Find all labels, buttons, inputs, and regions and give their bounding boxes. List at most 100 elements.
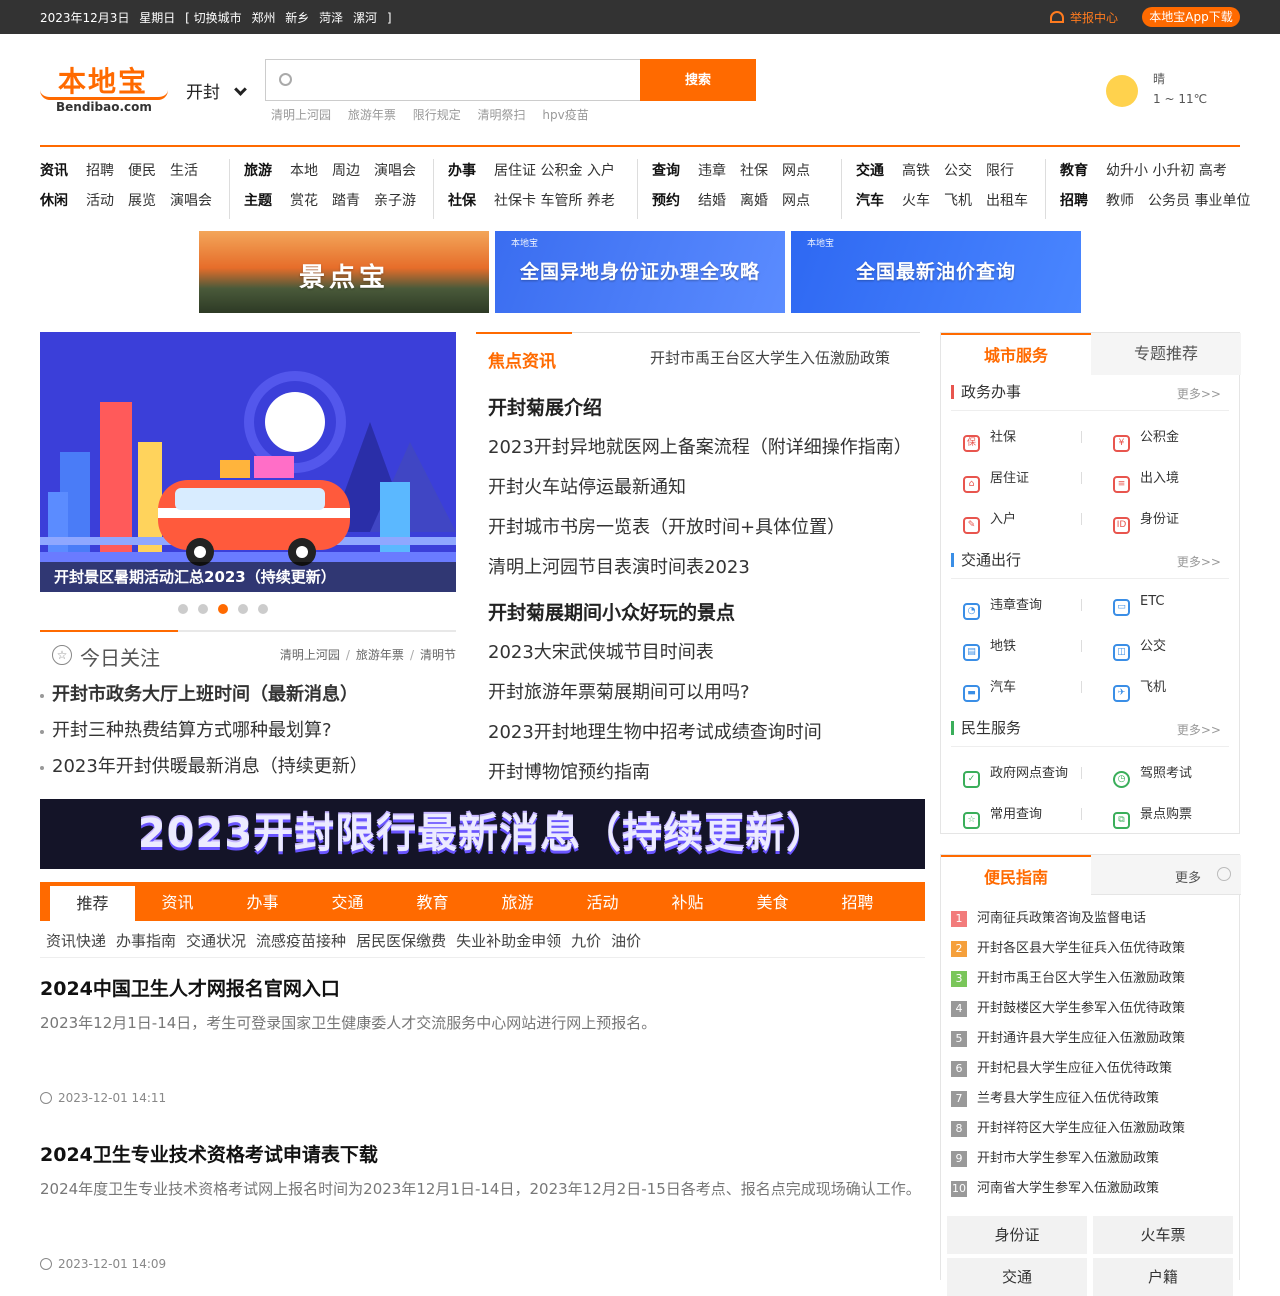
more-link[interactable]: 更多>> — [1177, 385, 1221, 402]
today-tag[interactable]: 旅游年票 — [356, 648, 404, 662]
nav-head[interactable]: 办事 — [448, 163, 476, 179]
nav-link[interactable]: 亲子游 — [374, 193, 416, 209]
nav-link[interactable]: 网点 — [782, 193, 810, 209]
guide-button-traffic[interactable]: 交通 — [947, 1258, 1087, 1296]
more-link[interactable]: 更多>> — [1177, 553, 1221, 570]
slider-dot-active[interactable] — [218, 604, 228, 614]
service-coach[interactable]: ▬ 汽车 — [963, 676, 1016, 702]
service-id-card[interactable]: ID 身份证 — [1113, 508, 1179, 534]
nav-link[interactable]: 网点 — [782, 163, 810, 179]
focus-item[interactable]: 清明上河园节目表演时间表2023 — [488, 553, 750, 579]
nav-link[interactable]: 限行 — [986, 163, 1014, 179]
nav-link[interactable]: 赏花 — [290, 193, 318, 209]
service-violation-query[interactable]: ◔ 违章查询 — [963, 594, 1042, 620]
today-tag[interactable]: 清明节 — [420, 648, 456, 662]
guide-item[interactable]: 4 开封鼓楼区大学生参军入伍优待政策 — [951, 997, 1185, 1027]
guide-item[interactable]: 1 河南征兵政策咨询及监督电话 — [951, 907, 1185, 937]
tab-news[interactable]: 资讯 — [135, 882, 220, 921]
slider-dot[interactable] — [198, 604, 208, 614]
slider-dot[interactable] — [258, 604, 268, 614]
nav-head[interactable]: 资讯 — [40, 163, 68, 179]
service-social-security[interactable]: 保社保 — [963, 426, 1016, 452]
hot-keyword[interactable]: hpv疫苗 — [542, 108, 588, 122]
focus-item[interactable]: 开封城市书房一览表（开放时间+具体位置） — [488, 513, 845, 539]
city-link-4[interactable]: 漯河 — [353, 11, 377, 25]
nav-link[interactable]: 周边 — [332, 163, 360, 179]
subtab[interactable]: 失业补助金申领 — [456, 932, 561, 950]
service-etc[interactable]: ▭ ETC — [1113, 594, 1164, 616]
service-subway[interactable]: ▤ 地铁 — [963, 635, 1016, 661]
guide-item[interactable]: 10 河南省大学生参军入伍激励政策 — [951, 1177, 1185, 1207]
focus-item[interactable]: 2023开封地理生物中招考试成绩查询时间 — [488, 718, 822, 744]
focus-item[interactable]: 开封旅游年票菊展期间可以用吗? — [488, 678, 750, 704]
guide-item[interactable]: 8 开封祥符区大学生应征入伍激励政策 — [951, 1117, 1185, 1147]
guide-item[interactable]: 2 开封各区县大学生征兵入伍优待政策 — [951, 937, 1185, 967]
service-common-query[interactable]: ☆ 常用查询 — [963, 803, 1042, 829]
subtab[interactable]: 居民医保缴费 — [356, 932, 446, 950]
nav-link[interactable]: 招聘 — [86, 163, 114, 179]
tab-food[interactable]: 美食 — [730, 882, 815, 921]
article-title[interactable]: 2024中国卫生人才网报名官网入口 — [40, 974, 925, 1001]
hot-keyword[interactable]: 清明祭扫 — [478, 108, 526, 122]
nav-link[interactable]: 幼升小 小升初 高考 — [1106, 163, 1227, 179]
nav-link[interactable]: 教师 — [1106, 193, 1134, 209]
guide-button-hukou[interactable]: 户籍 — [1093, 1258, 1233, 1296]
site-logo[interactable]: 本地宝 Bendibao.com — [40, 62, 170, 118]
subtab[interactable]: 油价 — [611, 932, 641, 950]
focus-item[interactable]: 开封火车站停运最新通知 — [488, 473, 686, 499]
focus-item[interactable]: 2023大宋武侠城节目时间表 — [488, 638, 714, 664]
nav-head[interactable]: 交通 — [856, 163, 884, 179]
subtab[interactable]: 九价 — [571, 932, 601, 950]
banner-id-card[interactable]: 本地宝 全国异地身份证办理全攻略 — [495, 231, 785, 313]
banner-scenic[interactable]: 景点宝 — [199, 231, 489, 313]
nav-head[interactable]: 休闲 — [40, 193, 68, 209]
tab-affairs[interactable]: 办事 — [220, 882, 305, 921]
nav-link[interactable]: 演唱会 — [374, 163, 416, 179]
list-item[interactable]: 开封三种热费结算方式哪种最划算? — [40, 716, 456, 752]
subtab[interactable]: 办事指南 — [116, 932, 176, 950]
tab-jobs[interactable]: 招聘 — [815, 882, 900, 921]
focus-headline[interactable]: 开封菊展期间小众好玩的景点 — [488, 598, 735, 625]
subtab[interactable]: 交通状况 — [186, 932, 246, 950]
guide-more[interactable]: 更多 — [1091, 855, 1241, 895]
traffic-limit-banner[interactable]: 2023开封限行最新消息（持续更新） — [40, 799, 925, 869]
article-card[interactable]: 2024卫生专业技术资格考试申请表下载 2024年度卫生专业技术资格考试网上报名… — [40, 1140, 925, 1280]
focus-headline[interactable]: 开封菊展介绍 — [488, 393, 602, 420]
slider-dot[interactable] — [178, 604, 188, 614]
service-scenic-tickets[interactable]: ⧉ 景点购票 — [1113, 803, 1192, 829]
nav-link[interactable]: 公交 — [944, 163, 972, 179]
nav-link[interactable]: 飞机 — [944, 193, 972, 209]
switch-city-label[interactable]: [ 切换城市 — [185, 11, 242, 25]
subtab[interactable]: 流感疫苗接种 — [256, 932, 346, 950]
nav-link[interactable]: 社保卡 车管所 养老 — [494, 193, 615, 209]
guide-item[interactable]: 7 兰考县大学生应征入伍优待政策 — [951, 1087, 1185, 1117]
guide-item[interactable]: 9 开封市大学生参军入伍激励政策 — [951, 1147, 1185, 1177]
guide-item[interactable]: 3 开封市禹王台区大学生入伍激励政策 — [951, 967, 1185, 997]
tab-events[interactable]: 活动 — [560, 882, 645, 921]
slider-dot[interactable] — [238, 604, 248, 614]
app-download-button[interactable]: 本地宝App下载 — [1142, 7, 1240, 27]
nav-link[interactable]: 生活 — [170, 163, 198, 179]
focus-item[interactable]: 2023开封异地就医网上备案流程（附详细操作指南） — [488, 433, 912, 459]
article-card[interactable]: 2024中国卫生人才网报名官网入口 2023年12月1日-14日，考生可登录国家… — [40, 974, 925, 1114]
service-driving-test[interactable]: ◷ 驾照考试 — [1113, 762, 1192, 788]
banner-oil-price[interactable]: 本地宝 全国最新油价查询 — [791, 231, 1081, 313]
slider-caption[interactable]: 开封景区暑期活动汇总2023（持续更新） — [40, 562, 456, 592]
article-title[interactable]: 2024卫生专业技术资格考试申请表下载 — [40, 1140, 925, 1167]
focus-marquee[interactable]: 开封市禹王台区大学生入伍激励政策 — [650, 347, 890, 368]
hot-keyword[interactable]: 清明上河园 — [271, 108, 331, 122]
service-hukou[interactable]: ✎ 入户 — [963, 508, 1016, 534]
nav-link[interactable]: 居住证 公积金 入户 — [494, 163, 615, 179]
guide-item[interactable]: 6 开封杞县大学生应征入伍优待政策 — [951, 1057, 1185, 1087]
tab-city-service[interactable]: 城市服务 — [941, 333, 1091, 375]
service-exit-entry[interactable]: ≡ 出入境 — [1113, 467, 1179, 493]
list-item[interactable]: 2023年开封供暖最新消息（持续更新） — [40, 752, 456, 788]
city-link-3[interactable]: 菏泽 — [319, 11, 343, 25]
guide-item[interactable]: 5 开封通许县大学生应征入伍激励政策 — [951, 1027, 1185, 1057]
guide-button-id[interactable]: 身份证 — [947, 1216, 1087, 1254]
nav-head[interactable]: 主题 — [244, 193, 272, 209]
nav-link[interactable]: 演唱会 — [170, 193, 212, 209]
tab-traffic[interactable]: 交通 — [305, 882, 390, 921]
report-center-link[interactable]: 举报中心 — [1050, 9, 1118, 26]
hot-keyword[interactable]: 旅游年票 — [348, 108, 396, 122]
